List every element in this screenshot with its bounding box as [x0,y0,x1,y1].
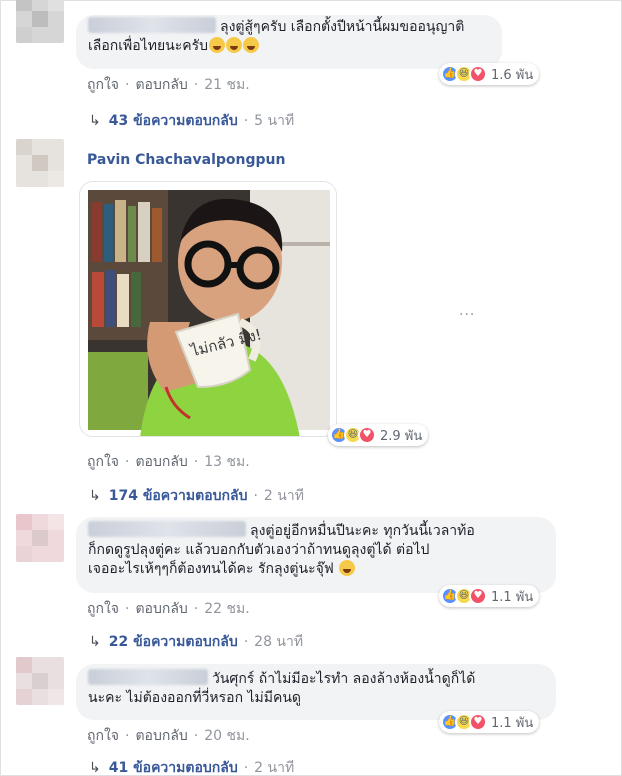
reply-arrow-icon: ↳ [89,760,101,776]
comment-actions: ถูกใจ · ตอบกลับ · 22 ชม. [87,601,250,617]
commenter-name-blurred[interactable] [88,17,216,33]
comment-time[interactable]: 13 ชม. [204,454,249,470]
comment-text: เจออะไรเห้ๆๆก็ต้องทนได้คะ รักลุงตู่นะจุ๊… [88,561,334,577]
grinning-emoji-icon [243,37,260,53]
comment-bubble: ลุงตู่สู้ๆครับ เลือกตั้งปีหน้านี้ผมขออนุ… [76,15,502,69]
avatar[interactable] [16,139,64,187]
avatar[interactable] [16,657,64,705]
winking-emoji-icon [339,560,356,576]
comment-text: ลุงตู่อยู่อีกหมื่นปีนะคะ ทุกวันนี้เวลาท้… [250,523,475,539]
grinning-emoji-icon [226,37,243,53]
comment-text: เลือกเพื่อไทยนะครับ [88,38,209,54]
love-icon: ♥ [469,65,487,83]
commenter-name-blurred[interactable] [88,521,246,537]
love-icon: ♥ [469,587,487,605]
reaction-summary[interactable]: 👍 😆 ♥ 2.9 พัน [328,424,429,446]
comment-actions: ถูกใจ · ตอบกลับ · 13 ชม. [87,454,250,470]
reaction-count: 1.1 พัน [491,715,534,731]
like-link[interactable]: ถูกใจ [87,728,119,744]
view-replies-link[interactable]: ↳ 174 ข้อความตอบกลับ · 2 นาที [89,485,304,507]
photo-man-drinking-from-mug: ไม่กลัว มึง! [88,190,330,436]
love-icon: ♥ [358,426,376,444]
more-options-icon[interactable]: ··· [459,307,475,323]
like-link[interactable]: ถูกใจ [87,601,119,617]
reaction-summary[interactable]: 👍 😆 ♥ 1.6 พัน [439,63,540,85]
comment-actions: ถูกใจ · ตอบกลับ · 21 ชม. [87,77,250,93]
comment-time[interactable]: 21 ชม. [204,77,249,93]
grinning-emoji-icon [209,37,226,53]
reaction-count: 2.9 พัน [380,428,423,444]
like-link[interactable]: ถูกใจ [87,454,119,470]
view-replies-link[interactable]: ↳ 43 ข้อความตอบกลับ · 5 นาที [89,110,294,132]
reply-link[interactable]: ตอบกลับ [135,728,187,744]
reaction-count: 1.1 พัน [491,589,534,605]
comment-text: ลุงตู่สู้ๆครับ เลือกตั้งปีหน้านี้ผมขออนุ… [220,19,465,35]
commenter-name-blurred[interactable] [88,669,208,685]
reply-arrow-icon: ↳ [89,488,101,504]
comment-time[interactable]: 20 ชม. [204,728,249,744]
comment-bubble: ลุงตู่อยู่อีกหมื่นปีนะคะ ทุกวันนี้เวลาท้… [76,517,556,593]
love-icon: ♥ [469,713,487,731]
comment-photo[interactable]: ไม่กลัว มึง! [79,181,337,437]
comment-text: วันศุกร์ ถ้าไม่มีอะไรทำ ลองล้างห้องน้ำดู… [212,671,476,687]
reply-link[interactable]: ตอบกลับ [135,77,187,93]
reply-arrow-icon: ↳ [89,634,101,650]
reaction-count: 1.6 พัน [491,67,534,83]
reply-arrow-icon: ↳ [89,113,101,129]
comments-panel: ลุงตู่สู้ๆครับ เลือกตั้งปีหน้านี้ผมขออนุ… [0,0,622,776]
reply-link[interactable]: ตอบกลับ [135,601,187,617]
avatar[interactable] [16,0,64,43]
comment-actions: ถูกใจ · ตอบกลับ · 20 ชม. [87,728,250,744]
view-replies-link[interactable]: ↳ 41 ข้อความตอบกลับ · 2 นาที [89,757,294,776]
reaction-summary[interactable]: 👍 😆 ♥ 1.1 พัน [439,585,540,607]
view-replies-link[interactable]: ↳ 22 ข้อความตอบกลับ · 28 นาที [89,631,303,653]
comment-time[interactable]: 22 ชม. [204,601,249,617]
comment-text: ก็กดดูรูปลุงตู่คะ แล้วบอกกับตัวเองว่าถ้า… [88,542,430,558]
avatar[interactable] [16,514,64,562]
reply-link[interactable]: ตอบกลับ [135,454,187,470]
like-link[interactable]: ถูกใจ [87,77,119,93]
commenter-name[interactable]: Pavin Chachavalpongpun [87,152,285,168]
reaction-summary[interactable]: 👍 😆 ♥ 1.1 พัน [439,711,540,733]
comment-text: นะคะ ไม่ต้องออกที่วี่หรอก ไม่มีคนดู [88,690,302,706]
